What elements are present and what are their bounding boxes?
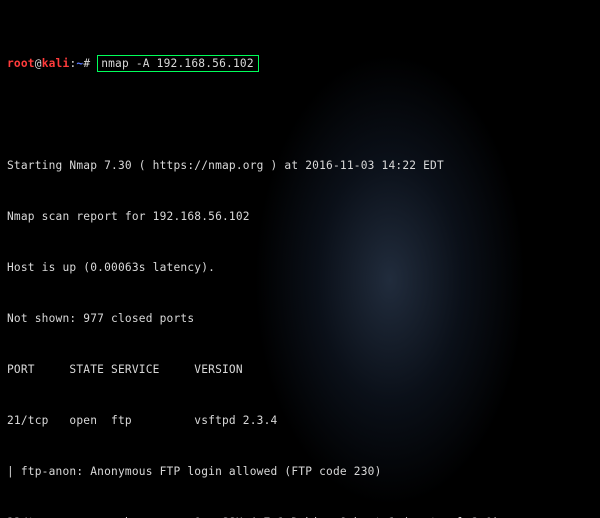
output-line: 21/tcp open ftp vsftpd 2.3.4	[7, 412, 593, 429]
terminal-window[interactable]: root@kali:~# nmap -A 192.168.56.102 Star…	[0, 0, 600, 518]
output-line: | ftp-anon: Anonymous FTP login allowed …	[7, 463, 593, 480]
output-line: PORT STATE SERVICE VERSION	[7, 361, 593, 378]
prompt-user: root	[7, 57, 35, 70]
output-line: Host is up (0.00063s latency).	[7, 259, 593, 276]
prompt-host: kali	[42, 57, 70, 70]
output-line: 22/tcp open ssh OpenSSH 4.7p1 Debian 8ub…	[7, 514, 593, 518]
command-text: nmap -A 192.168.56.102	[101, 57, 254, 70]
output-line: Not shown: 977 closed ports	[7, 310, 593, 327]
output-line: Starting Nmap 7.30 ( https://nmap.org ) …	[7, 157, 593, 174]
output-line: Nmap scan report for 192.168.56.102	[7, 208, 593, 225]
prompt-line: root@kali:~# nmap -A 192.168.56.102	[7, 55, 593, 72]
prompt-at: @	[35, 57, 42, 70]
command-highlight-box: nmap -A 192.168.56.102	[97, 55, 259, 72]
prompt-hash: #	[83, 57, 97, 70]
